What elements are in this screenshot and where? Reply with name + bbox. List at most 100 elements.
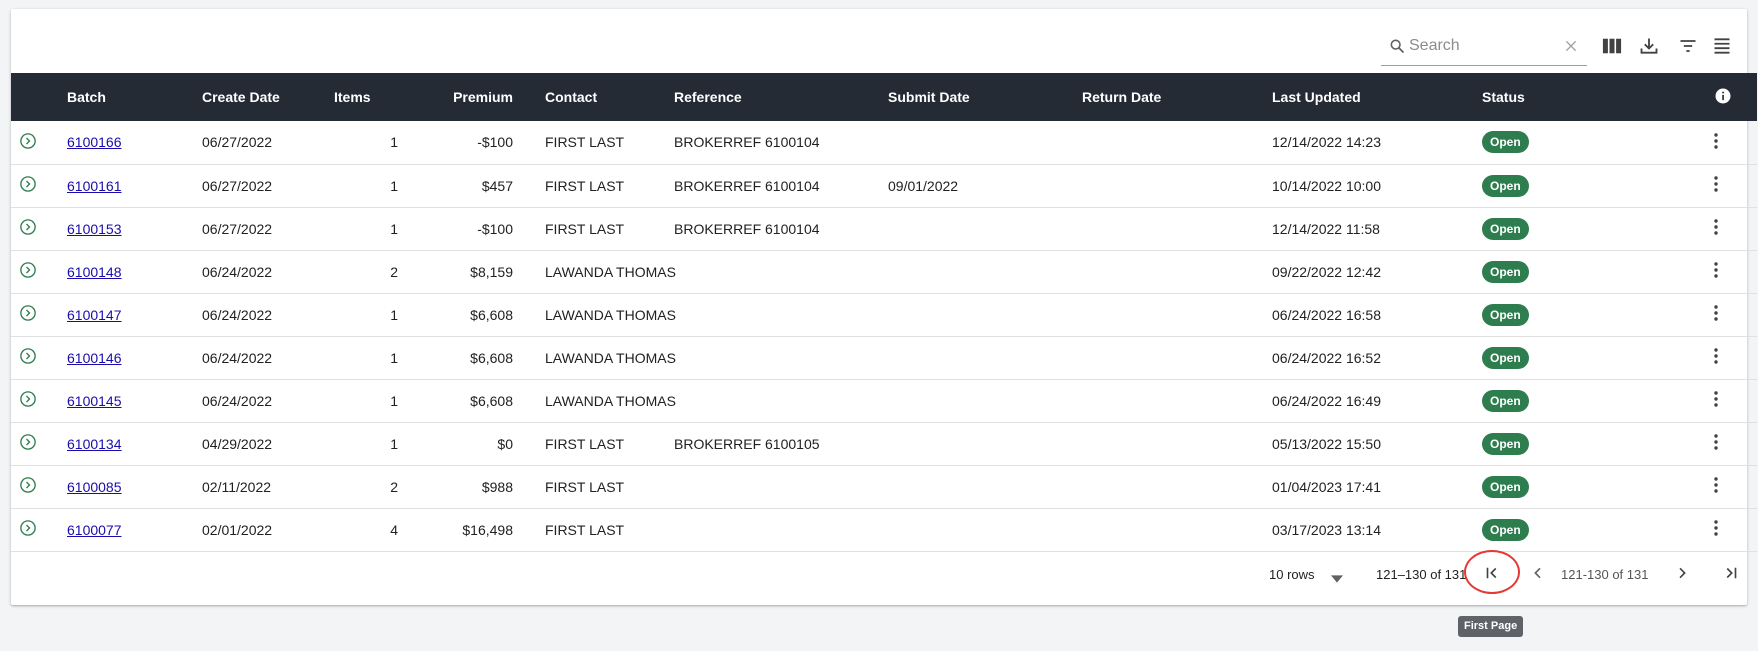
more-vert-icon[interactable] [1714,133,1718,152]
create-date-cell: 06/27/2022 [202,134,273,151]
download-icon[interactable] [1639,36,1663,60]
contact-cell: LAWANDA THOMAS [545,392,676,409]
table-row: 6100166 06/27/2022 1 -$100 FIRST LAST BROKERR… [11,121,1757,164]
col-header-reference[interactable]: Reference [674,73,888,121]
col-header-items[interactable]: Items [334,73,398,121]
create-date-cell: 06/27/2022 [202,177,273,194]
expand-row-icon[interactable] [19,433,37,454]
return-date-cell [1082,465,1272,508]
batch-link[interactable]: 6100147 [67,307,122,323]
col-header-return-date[interactable]: Return Date [1082,73,1272,121]
col-header-submit-date[interactable]: Submit Date [888,73,1082,121]
batch-table: Batch Create Date Items Premium Contact … [11,73,1757,552]
status-badge: Open [1482,432,1529,455]
expand-cell [11,422,67,465]
batch-link[interactable]: 6100166 [67,134,122,150]
more-vert-icon[interactable] [1714,176,1718,195]
batch-link[interactable]: 6100161 [67,178,122,194]
col-header-contact[interactable]: Contact [513,73,674,121]
batch-link[interactable]: 6100148 [67,264,122,280]
status-badge: Open [1482,475,1529,498]
more-vert-icon[interactable] [1714,262,1718,281]
expand-row-icon[interactable] [19,261,37,282]
rows-per-page-select[interactable]: 10 rows [1269,567,1343,583]
batch-cell: 6100147 [67,293,202,336]
expand-row-icon[interactable] [19,476,37,497]
actions-cell [1592,207,1757,250]
batch-table-panel: Batch Create Date Items Premium Contact … [11,9,1757,605]
col-header-batch[interactable]: Batch [67,73,202,121]
items-cell: 2 [390,263,398,280]
chevron-left-icon [1530,565,1546,586]
contact-cell: FIRST LAST [545,134,625,151]
batch-link[interactable]: 6100077 [67,522,122,538]
search-box[interactable] [1381,29,1587,66]
more-vert-icon[interactable] [1714,520,1718,539]
status-cell: Open [1482,379,1592,422]
more-vert-icon[interactable] [1714,219,1718,238]
batch-link[interactable]: 6100146 [67,350,122,366]
status-cell: Open [1482,422,1592,465]
chevron-down-icon [1331,571,1343,586]
clear-search-icon[interactable] [1563,38,1579,59]
last-page-button[interactable] [1717,561,1745,589]
first-page-button[interactable] [1478,561,1506,589]
expand-row-icon[interactable] [19,304,37,325]
search-icon [1389,38,1405,59]
col-header-status[interactable]: Status [1482,73,1592,121]
pagination-bar: 10 rows 121–130 of 131 121-130 of 131 [11,547,1747,603]
col-header-create-date[interactable]: Create Date [202,73,334,121]
search-input[interactable] [1409,33,1559,59]
col-header-last-updated[interactable]: Last Updated [1272,73,1482,121]
batch-cell: 6100085 [67,465,202,508]
table-toolbar [11,9,1747,73]
actions-cell [1592,508,1757,551]
last-updated-cell: 06/24/2022 16:58 [1272,306,1381,323]
expand-row-icon[interactable] [19,390,37,411]
return-date-cell [1082,379,1272,422]
premium-cell: $6,608 [470,306,513,323]
create-date-cell: 02/01/2022 [202,521,273,538]
last-updated-cell: 06/24/2022 16:49 [1272,392,1381,409]
return-date-cell [1082,164,1272,207]
more-vert-icon[interactable] [1714,434,1718,453]
expand-cell [11,164,67,207]
filter-icon[interactable] [1677,36,1701,60]
batch-link[interactable]: 6100145 [67,393,122,409]
batch-link[interactable]: 6100085 [67,479,122,495]
status-badge: Open [1482,518,1529,541]
batch-cell: 6100134 [67,422,202,465]
col-header-premium[interactable]: Premium [398,73,513,121]
expand-row-icon[interactable] [19,347,37,368]
expand-row-icon[interactable] [19,132,37,153]
more-vert-icon[interactable] [1714,305,1718,324]
more-vert-icon[interactable] [1714,391,1718,410]
batch-link[interactable]: 6100153 [67,221,122,237]
batch-cell: 6100077 [67,508,202,551]
expand-row-icon[interactable] [19,519,37,540]
more-vert-icon[interactable] [1714,348,1718,367]
batch-cell: 6100145 [67,379,202,422]
status-cell: Open [1482,250,1592,293]
previous-page-button[interactable] [1524,561,1552,589]
items-cell: 1 [390,349,398,366]
expand-row-icon[interactable] [19,218,37,239]
items-cell: 2 [390,478,398,495]
batch-link[interactable]: 6100134 [67,436,122,452]
more-vert-icon[interactable] [1714,477,1718,496]
status-badge: Open [1482,260,1529,283]
next-page-button[interactable] [1668,561,1696,589]
create-date-cell: 06/24/2022 [202,263,273,280]
return-date-cell [1082,508,1272,551]
first-page-icon [1483,564,1501,587]
last-page-icon [1722,564,1740,587]
columns-icon[interactable] [1601,36,1625,60]
density-icon[interactable] [1711,36,1735,60]
expand-cell [11,121,67,164]
actions-cell [1592,422,1757,465]
info-icon[interactable] [1714,87,1732,108]
expand-row-icon[interactable] [19,175,37,196]
contact-cell: FIRST LAST [545,435,625,452]
submit-date-cell [888,422,1082,465]
status-cell: Open [1482,336,1592,379]
